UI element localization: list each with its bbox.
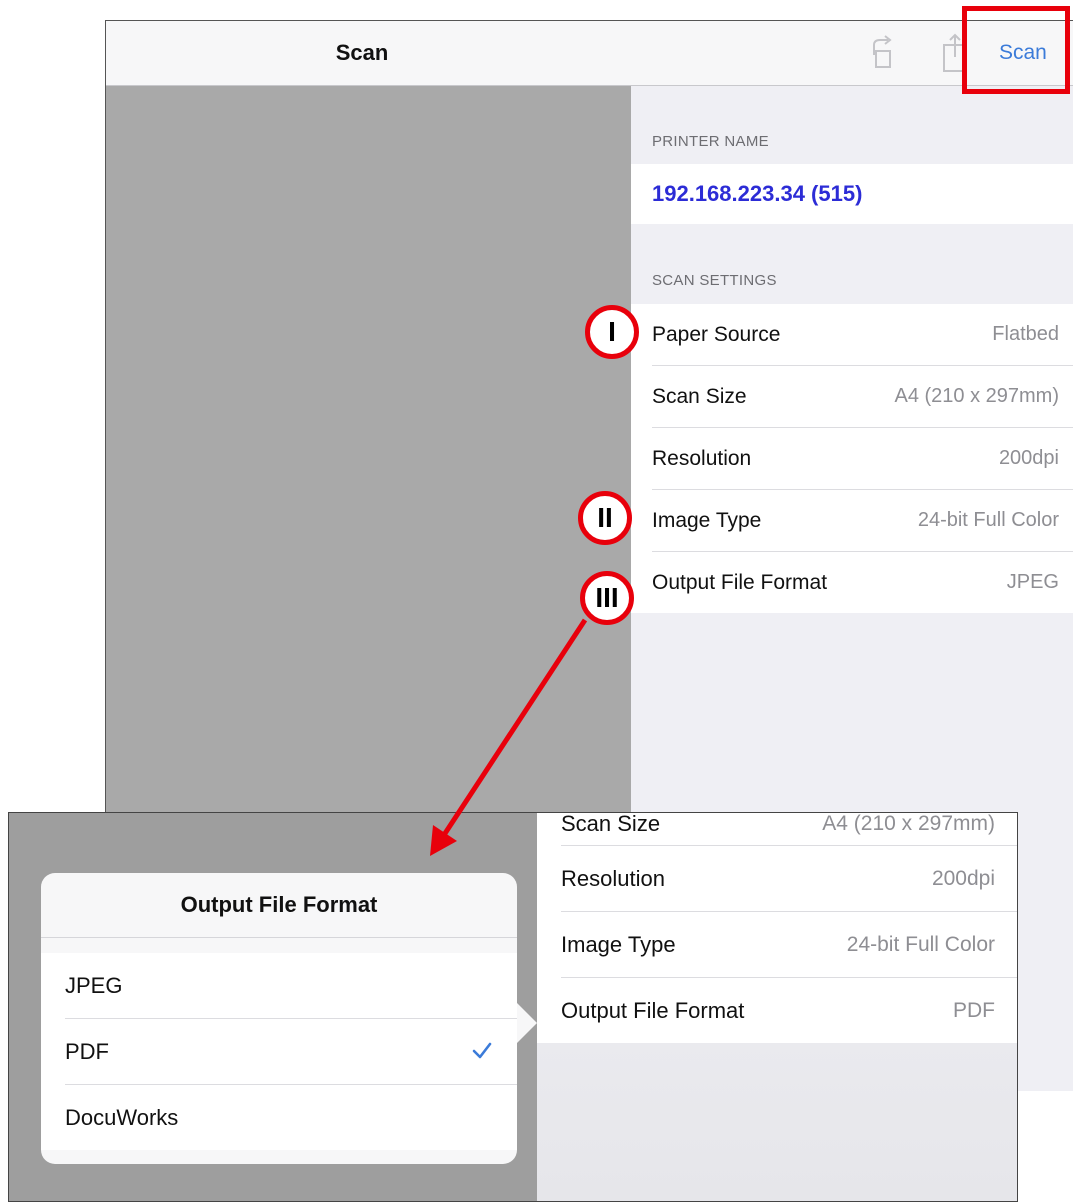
format-option-docuworks[interactable]: DocuWorks (65, 1085, 517, 1150)
setting-value: Flatbed (992, 323, 1059, 345)
inset-row-image-type[interactable]: Image Type 24-bit Full Color (561, 912, 1017, 978)
setting-value: A4 (210 x 297mm) (894, 385, 1059, 407)
setting-row-output-file-format[interactable]: Output File Format JPEG (652, 552, 1073, 613)
printer-name: 192.168.223.34 (515) (652, 181, 863, 206)
setting-row-image-type[interactable]: Image Type 24-bit Full Color (652, 490, 1073, 552)
checkmark-icon (471, 1039, 493, 1066)
zoomed-inset: Scan Size A4 (210 x 297mm) Resolution 20… (8, 812, 1018, 1202)
setting-label: Output File Format (652, 571, 828, 594)
marker-ii: II (578, 491, 632, 545)
printer-row[interactable]: 192.168.223.34 (515) (631, 164, 1073, 224)
setting-value: A4 (210 x 297mm) (822, 812, 995, 835)
format-option-pdf[interactable]: PDF (65, 1019, 517, 1085)
inset-settings-list: Scan Size A4 (210 x 297mm) Resolution 20… (537, 812, 1017, 1043)
output-format-popover: Output File Format JPEG PDF DocuWorks (41, 873, 537, 1164)
marker-iii: III (580, 571, 634, 625)
setting-label: Image Type (652, 509, 762, 532)
option-label: PDF (65, 1039, 109, 1064)
popover-arrow (517, 1003, 537, 1043)
nav-title: Scan (335, 40, 389, 65)
setting-value: JPEG (1006, 571, 1059, 593)
option-label: DocuWorks (65, 1105, 179, 1130)
rotate-icon[interactable] (868, 35, 898, 76)
inset-settings-panel: Scan Size A4 (210 x 297mm) Resolution 20… (537, 812, 1017, 1201)
format-options-list: JPEG PDF DocuWorks (41, 953, 517, 1150)
scan-settings-header: SCAN SETTINGS (652, 272, 777, 289)
setting-value: PDF (953, 999, 995, 1022)
inset-row-output-file-format[interactable]: Output File Format PDF (561, 978, 1017, 1043)
marker-i: I (585, 305, 639, 359)
setting-label: Scan Size (652, 385, 747, 408)
inset-row-scan-size[interactable]: Scan Size A4 (210 x 297mm) (561, 812, 1017, 846)
navigation-bar: Scan Scan (106, 21, 1073, 86)
setting-row-scan-size[interactable]: Scan Size A4 (210 x 297mm) (652, 366, 1073, 428)
setting-value: 200dpi (998, 447, 1059, 469)
popover-title: Output File Format (41, 873, 517, 938)
setting-row-resolution[interactable]: Resolution 200dpi (652, 428, 1073, 490)
scan-button-highlight (962, 6, 1070, 94)
scan-settings-list: Paper Source Flatbed Scan Size A4 (210 x… (631, 304, 1073, 613)
setting-value: 24-bit Full Color (846, 933, 995, 956)
setting-value: 24-bit Full Color (917, 509, 1059, 531)
setting-value: 200dpi (931, 867, 995, 890)
format-option-jpeg[interactable]: JPEG (65, 953, 517, 1019)
inset-row-resolution[interactable]: Resolution 200dpi (561, 846, 1017, 912)
setting-label: Resolution (652, 447, 752, 470)
option-label: JPEG (65, 973, 123, 998)
setting-label: Image Type (561, 932, 676, 957)
setting-row-paper-source[interactable]: Paper Source Flatbed (652, 304, 1073, 366)
setting-label: Scan Size (561, 812, 661, 836)
setting-label: Resolution (561, 866, 665, 891)
printer-section-header: PRINTER NAME (652, 133, 769, 150)
setting-label: Paper Source (652, 323, 781, 346)
setting-label: Output File Format (561, 998, 745, 1023)
